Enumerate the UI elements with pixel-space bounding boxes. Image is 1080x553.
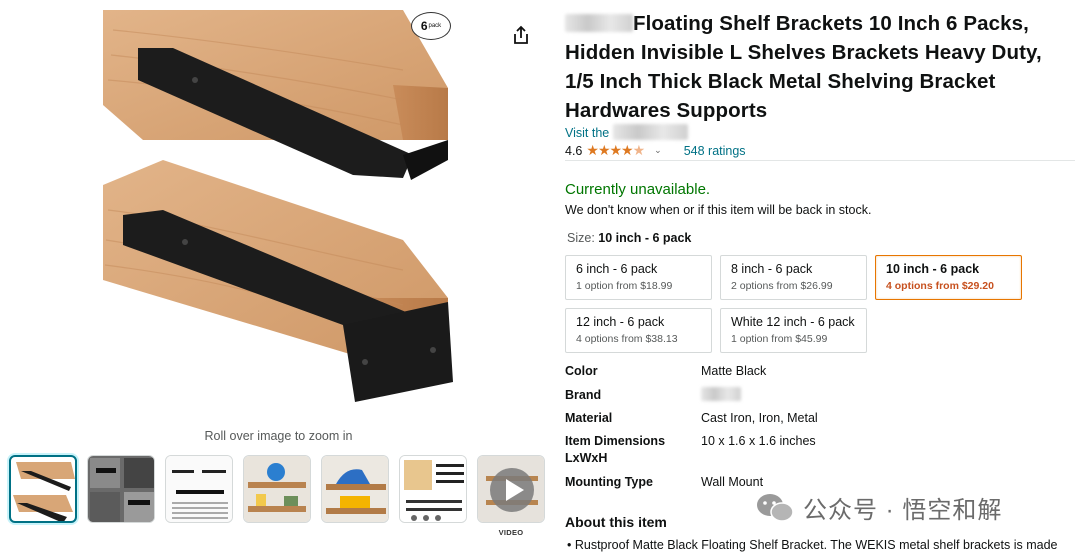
- size-option-price: 1 option from $45.99: [731, 333, 828, 345]
- size-option-price: 4 options from $38.13: [576, 333, 678, 345]
- spec-key: Color: [565, 364, 598, 378]
- size-option-name: 6 inch - 6 pack: [576, 262, 658, 276]
- about-bullet-text: Rustproof Matte Black Floating Shelf Bra…: [574, 538, 1058, 552]
- ratings-count-link[interactable]: 548 ratings: [684, 144, 746, 158]
- zoom-hint: Roll over image to zoom in: [204, 429, 353, 443]
- watermark-text: 公众号 · 悟空和解: [803, 497, 1003, 524]
- spec-value: 10 x 1.6 x 1.6 inches: [701, 434, 816, 448]
- thumbnail-video[interactable]: [477, 455, 545, 523]
- size-option-name: 8 inch - 6 pack: [731, 262, 813, 276]
- store-link[interactable]: Visit the: [565, 124, 688, 140]
- share-icon[interactable]: [510, 24, 532, 46]
- size-option-10-inch[interactable]: 10 inch - 6 pack 4 options from $29.20: [875, 255, 1022, 300]
- thumbnail-shelf-with-items[interactable]: [243, 455, 311, 523]
- size-option-name: 10 inch - 6 pack: [886, 262, 980, 276]
- chevron-down-icon[interactable]: ⌄: [654, 145, 662, 156]
- size-selected-value: 10 inch - 6 pack: [598, 231, 692, 245]
- availability-status: Currently unavailable.: [565, 181, 711, 198]
- badge-number: 6: [420, 19, 428, 33]
- spec-key: Mounting Type: [565, 475, 653, 489]
- rating-row: 4.6 ★★★★★ ⌄ 548 ratings: [565, 142, 746, 159]
- redacted-store-name: [612, 124, 688, 140]
- size-option-price: 2 options from $26.99: [731, 280, 833, 292]
- size-option-name: White 12 inch - 6 pack: [731, 315, 855, 329]
- thumbnail-shelf-with-items-2[interactable]: [321, 455, 389, 523]
- size-option-price: 1 option from $18.99: [576, 280, 673, 292]
- size-label-line: Size: 10 inch - 6 pack: [567, 231, 691, 245]
- badge-word: pack: [428, 23, 442, 29]
- spec-key: Item Dimensions LxWxH: [565, 434, 666, 465]
- spec-key: Material: [565, 411, 613, 425]
- star-icon[interactable]: ★★★★★: [586, 142, 645, 159]
- main-product-image[interactable]: [103, 10, 454, 422]
- stock-note: We don't know when or if this item will …: [565, 203, 872, 217]
- thumbnail-shelf-angle[interactable]: [9, 455, 77, 523]
- spec-value: Cast Iron, Iron, Metal: [701, 411, 818, 425]
- size-option-6-inch[interactable]: 6 inch - 6 pack 1 option from $18.99: [565, 255, 712, 300]
- size-label: Size:: [567, 231, 595, 245]
- video-label: VIDEO: [498, 528, 524, 537]
- thumbnail-package-contents[interactable]: [399, 455, 467, 523]
- spec-key: Brand: [565, 388, 602, 402]
- spec-value: Wall Mount: [701, 475, 764, 489]
- about-bullet: • Rustproof Matte Black Floating Shelf B…: [567, 538, 1058, 552]
- size-option-name: 12 inch - 6 pack: [576, 315, 665, 329]
- redacted-brand-name: [701, 387, 741, 401]
- size-option-8-inch[interactable]: 8 inch - 6 pack 2 options from $26.99: [720, 255, 867, 300]
- watermark: 公众号 · 悟空和解: [755, 490, 1002, 525]
- pack-count-badge: 6 pack: [411, 12, 451, 40]
- thumbnail-dimensions-chart[interactable]: [165, 455, 233, 523]
- about-heading: About this item: [565, 514, 667, 530]
- spec-value: Matte Black: [701, 364, 767, 378]
- divider: [565, 160, 1075, 161]
- size-option-12-inch[interactable]: 12 inch - 6 pack 4 options from $38.13: [565, 308, 712, 353]
- product-title-text: Floating Shelf Brackets 10 Inch 6 Packs,…: [565, 12, 1042, 122]
- spec-value-redacted: [701, 387, 1001, 404]
- rating-value: 4.6: [565, 143, 583, 158]
- size-option-white-12-inch[interactable]: White 12 inch - 6 pack 1 option from $45…: [720, 308, 867, 353]
- size-option-price: 4 options from $29.20: [886, 280, 994, 292]
- wechat-icon: [757, 493, 794, 522]
- store-link-prefix: Visit the: [565, 126, 610, 140]
- product-title: Floating Shelf Brackets 10 Inch 6 Packs,…: [565, 9, 1070, 125]
- thumbnail-bracket-grid[interactable]: [87, 455, 155, 523]
- redacted-brand-prefix: [565, 14, 633, 32]
